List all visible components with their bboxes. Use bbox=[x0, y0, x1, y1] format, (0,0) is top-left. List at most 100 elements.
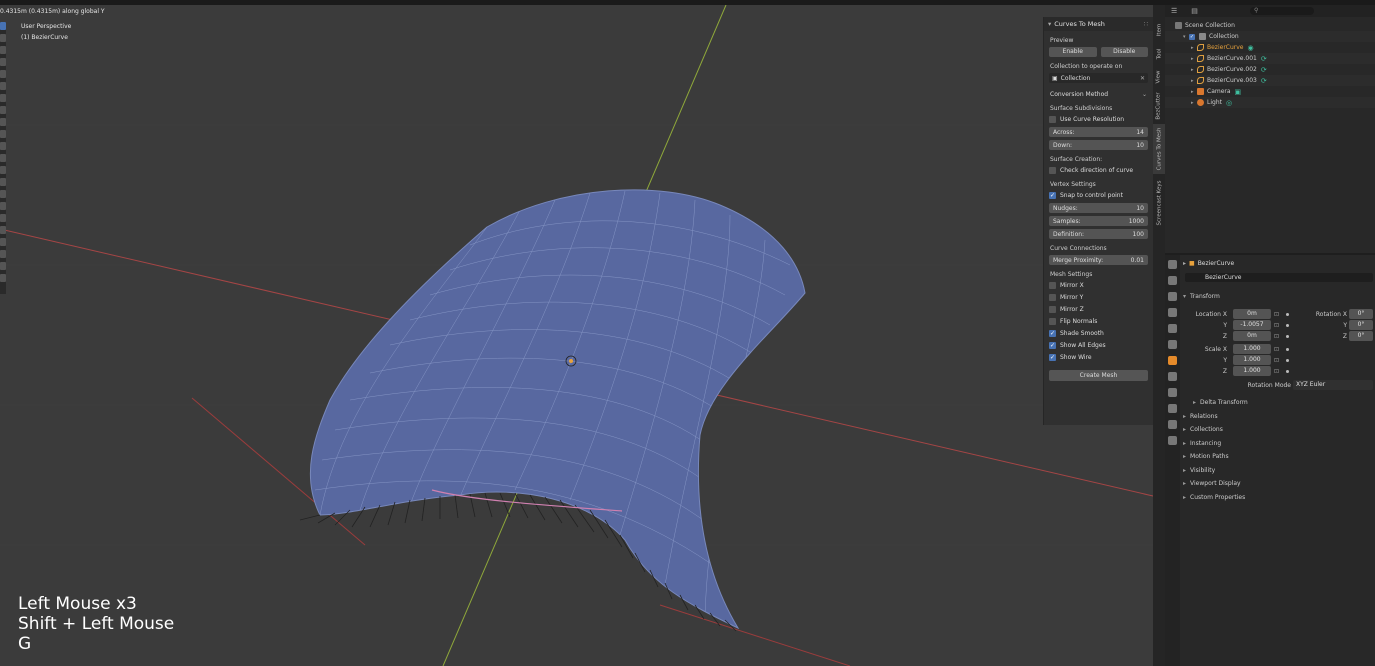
tilt-tool-icon[interactable] bbox=[0, 154, 6, 162]
disable-button[interactable]: Disable bbox=[1100, 47, 1148, 57]
cursor-tool-icon[interactable] bbox=[0, 34, 6, 42]
outliner-row-light[interactable]: ▸ Light ◎ bbox=[1165, 97, 1375, 108]
render-tab-icon[interactable] bbox=[1168, 276, 1177, 285]
draw-tool-icon[interactable] bbox=[0, 118, 6, 126]
motion-paths-panel[interactable]: ▸ Motion Paths bbox=[1183, 450, 1375, 462]
across-field[interactable]: Across: 14 bbox=[1049, 127, 1148, 137]
scale-z-field[interactable]: 1.000 bbox=[1233, 366, 1271, 376]
keyframe-dot-icon[interactable] bbox=[1286, 335, 1289, 338]
constraints-tab-icon[interactable] bbox=[1168, 404, 1177, 413]
checkbox-checked-icon[interactable]: ✓ bbox=[1189, 33, 1195, 40]
scale-x-field[interactable]: 1.000 bbox=[1233, 344, 1271, 354]
drag-handle-icon[interactable]: ∷ bbox=[1144, 20, 1148, 28]
lock-icon[interactable]: ⊡ bbox=[1274, 346, 1279, 353]
misc-tool-icon[interactable] bbox=[0, 202, 6, 210]
curve-data-icon[interactable]: ⟳ bbox=[1261, 66, 1267, 74]
editor-type-icon[interactable]: ☰ bbox=[1171, 7, 1177, 15]
rotation-x-field[interactable]: 0° bbox=[1349, 309, 1373, 319]
location-z-field[interactable]: 0m bbox=[1233, 331, 1271, 341]
outliner-row-beziercurve-001[interactable]: ▸ BezierCurve.001 ⟳ bbox=[1165, 53, 1375, 64]
material-tab-icon[interactable] bbox=[1168, 436, 1177, 445]
panel-header[interactable]: ▾ Curves To Mesh ∷ bbox=[1044, 17, 1153, 31]
mirror-y-checkbox[interactable]: Mirror Y bbox=[1049, 293, 1148, 302]
custom-properties-panel[interactable]: ▸ Custom Properties bbox=[1183, 491, 1375, 503]
tool-tab-icon[interactable] bbox=[1168, 260, 1177, 269]
visibility-panel[interactable]: ▸ Visibility bbox=[1183, 464, 1375, 476]
tab-tool[interactable]: Tool bbox=[1153, 44, 1165, 64]
transform-tool-icon[interactable] bbox=[0, 82, 6, 90]
transform-panel-header[interactable]: ▾ Transform bbox=[1183, 293, 1375, 300]
outliner-row-beziercurve-003[interactable]: ▸ BezierCurve.003 ⟳ bbox=[1165, 75, 1375, 86]
mesh-surface[interactable] bbox=[309, 189, 806, 630]
rotation-y-field[interactable]: 0° bbox=[1349, 320, 1373, 330]
lock-icon[interactable]: ⊡ bbox=[1274, 311, 1279, 318]
definition-field[interactable]: Definition: 100 bbox=[1049, 229, 1148, 239]
show-wire-checkbox[interactable]: ✓ Show Wire bbox=[1049, 353, 1148, 362]
keyframe-dot-icon[interactable] bbox=[1286, 324, 1289, 327]
rotate-tool-icon[interactable] bbox=[0, 58, 6, 66]
lock-icon[interactable]: ⊡ bbox=[1274, 357, 1279, 364]
misc-tool-icon[interactable] bbox=[0, 262, 6, 270]
collection-selector[interactable]: ▣ Collection ✕ bbox=[1049, 73, 1148, 83]
merge-proximity-field[interactable]: Merge Proximity: 0.01 bbox=[1049, 255, 1148, 265]
object-tab-icon[interactable] bbox=[1168, 356, 1177, 365]
show-all-edges-checkbox[interactable]: ✓ Show All Edges bbox=[1049, 341, 1148, 350]
keyframe-dot-icon[interactable] bbox=[1286, 370, 1289, 373]
tab-screencast-keys[interactable]: Screencast Keys bbox=[1153, 176, 1165, 230]
light-data-icon[interactable]: ◎ bbox=[1226, 99, 1232, 107]
pin-icon[interactable]: ▸ bbox=[1183, 260, 1186, 267]
mirror-z-checkbox[interactable]: Mirror Z bbox=[1049, 305, 1148, 314]
physics-tab-icon[interactable] bbox=[1168, 388, 1177, 397]
location-y-field[interactable]: -1.0057 bbox=[1233, 320, 1271, 330]
snap-to-control-checkbox[interactable]: ✓ Snap to control point bbox=[1049, 191, 1148, 200]
filter-icon[interactable]: ▤ bbox=[1191, 7, 1198, 15]
misc-tool-icon[interactable] bbox=[0, 226, 6, 234]
misc-tool-icon[interactable] bbox=[0, 250, 6, 258]
down-field[interactable]: Down: 10 bbox=[1049, 140, 1148, 150]
instancing-panel[interactable]: ▸ Instancing bbox=[1183, 437, 1375, 449]
curve-data-icon[interactable]: ⟳ bbox=[1261, 55, 1267, 63]
lock-icon[interactable]: ⊡ bbox=[1274, 322, 1279, 329]
outliner-row-beziercurve[interactable]: ▸ BezierCurve ◉ bbox=[1165, 42, 1375, 53]
move-tool-icon[interactable] bbox=[0, 46, 6, 54]
select-tool-icon[interactable] bbox=[0, 22, 6, 30]
curve-data-icon[interactable]: ◉ bbox=[1247, 44, 1253, 52]
tab-curves-to-mesh[interactable]: Curves To Mesh bbox=[1153, 124, 1165, 174]
conversion-method-dropdown[interactable]: Conversion Method ⌄ bbox=[1049, 89, 1148, 99]
curve-data-icon[interactable]: ⟳ bbox=[1261, 77, 1267, 85]
rotation-z-field[interactable]: 0° bbox=[1349, 331, 1373, 341]
mirror-x-checkbox[interactable]: Mirror X bbox=[1049, 281, 1148, 290]
measure-tool-icon[interactable] bbox=[0, 106, 6, 114]
knife-tool-icon[interactable] bbox=[0, 190, 6, 198]
extrude-tool-icon[interactable] bbox=[0, 130, 6, 138]
camera-data-icon[interactable]: ▣ bbox=[1235, 88, 1242, 96]
delta-transform-subpanel[interactable]: ▸ Delta Transform bbox=[1183, 396, 1375, 408]
outliner-row-beziercurve-002[interactable]: ▸ BezierCurve.002 ⟳ bbox=[1165, 64, 1375, 75]
3d-viewport[interactable]: 0.4315m (0.4315m) along global Y User Pe… bbox=[0, 5, 1153, 666]
scale-y-field[interactable]: 1.000 bbox=[1233, 355, 1271, 365]
keyframe-dot-icon[interactable] bbox=[1286, 313, 1289, 316]
annotate-tool-icon[interactable] bbox=[0, 94, 6, 102]
world-tab-icon[interactable] bbox=[1168, 340, 1177, 349]
misc-tool-icon[interactable] bbox=[0, 214, 6, 222]
tab-bezcutter[interactable]: BezCutter bbox=[1153, 90, 1165, 122]
tab-view[interactable]: View bbox=[1153, 66, 1165, 88]
data-tab-icon[interactable] bbox=[1168, 420, 1177, 429]
enable-button[interactable]: Enable bbox=[1049, 47, 1097, 57]
flip-normals-checkbox[interactable]: Flip Normals bbox=[1049, 317, 1148, 326]
scene-tab-icon[interactable] bbox=[1168, 324, 1177, 333]
modifier-tab-icon[interactable] bbox=[1168, 372, 1177, 381]
misc-tool-icon[interactable] bbox=[0, 238, 6, 246]
outliner-row-collection[interactable]: ▾ ✓ Collection bbox=[1165, 31, 1375, 42]
location-x-field[interactable]: 0m bbox=[1233, 309, 1271, 319]
collections-panel[interactable]: ▸ Collections bbox=[1183, 423, 1375, 435]
relations-panel[interactable]: ▸ Relations bbox=[1183, 410, 1375, 422]
viewport-display-panel[interactable]: ▸ Viewport Display bbox=[1183, 477, 1375, 489]
samples-field[interactable]: Samples: 1000 bbox=[1049, 216, 1148, 226]
use-curve-resolution-checkbox[interactable]: Use Curve Resolution bbox=[1049, 115, 1148, 124]
tab-item[interactable]: Item bbox=[1153, 18, 1165, 42]
keyframe-dot-icon[interactable] bbox=[1286, 359, 1289, 362]
object-name-field[interactable]: BezierCurve bbox=[1185, 273, 1373, 282]
output-tab-icon[interactable] bbox=[1168, 292, 1177, 301]
keyframe-dot-icon[interactable] bbox=[1286, 348, 1289, 351]
